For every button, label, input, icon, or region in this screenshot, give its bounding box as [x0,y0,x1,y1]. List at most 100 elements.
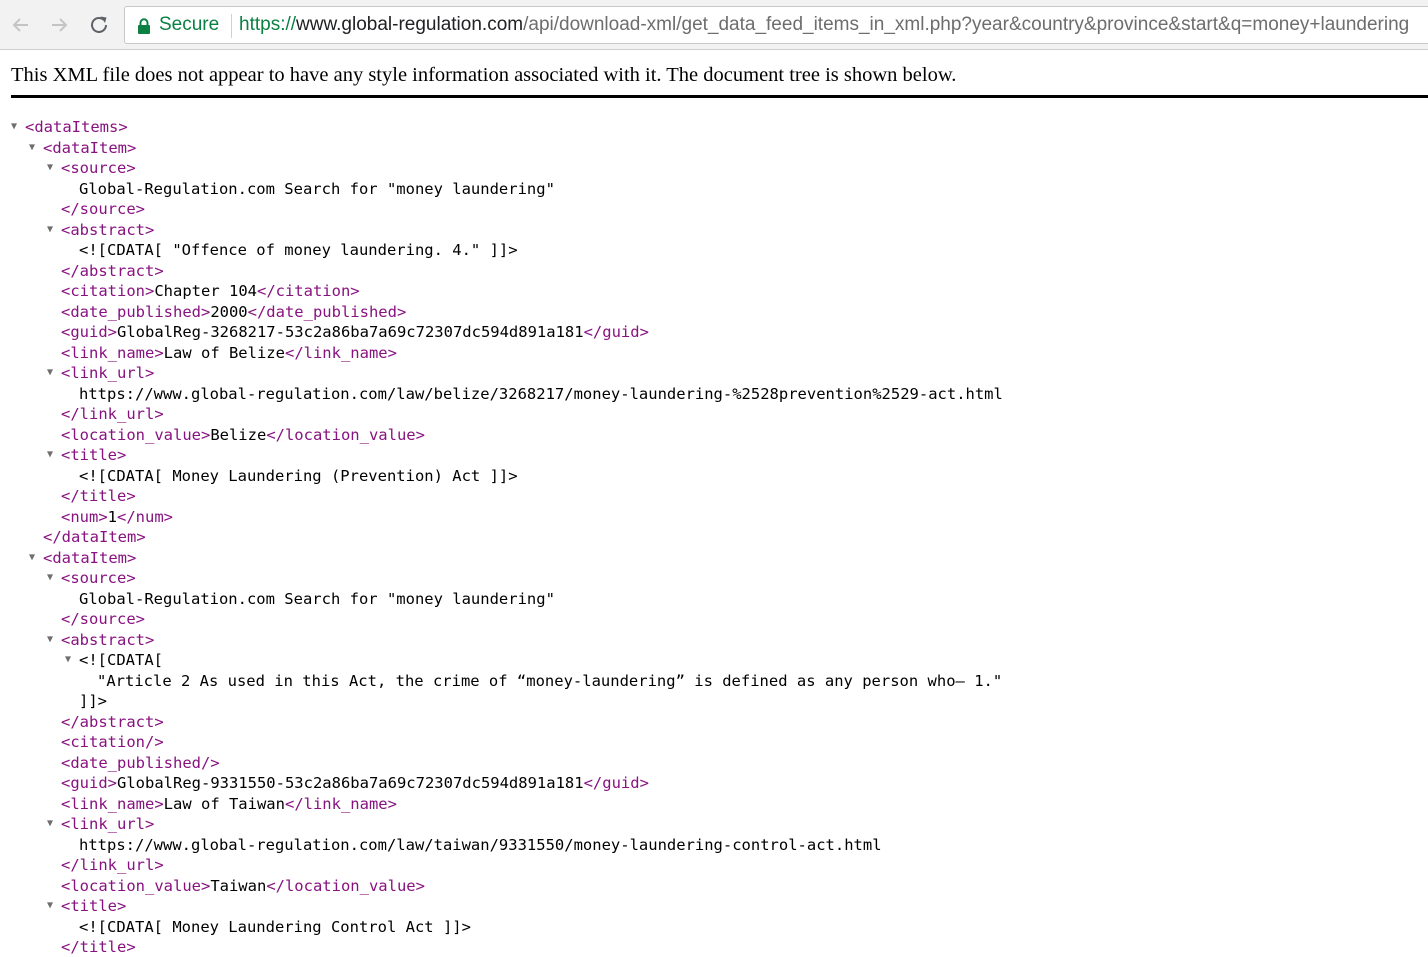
collapse-triangle-icon[interactable]: ▼ [47,363,53,383]
xml-tag: </dataItem> [43,528,146,546]
omnibox-divider [231,14,232,38]
guid-value: GlobalReg-9331550-53c2a86ba7a69c72307dc5… [117,774,584,792]
reload-icon [91,16,107,33]
date-published-line: <date_published>2000</date_published> [61,302,406,322]
xml-tag: <guid> [61,774,117,792]
collapse-triangle-icon[interactable]: ▼ [65,650,71,670]
collapse-triangle-icon[interactable]: ▼ [29,138,35,158]
xml-line: </link_url> [61,404,164,424]
collapse-triangle-icon[interactable]: ▼ [47,220,53,240]
forward-button[interactable] [44,10,74,40]
xml-tag: <source> [61,569,136,587]
xml-line: <date_published/> [61,753,220,773]
citation-value: Chapter 104 [154,282,257,300]
url-text[interactable]: https://www.global-regulation.com/api/do… [239,14,1409,36]
link-name-value: Law of Taiwan [163,794,285,813]
xml-line: <dataItems> [25,117,128,137]
xml-line: </link_url> [61,855,164,875]
xml-tag: </title> [61,487,136,505]
xml-tag: <location_value> [61,425,211,444]
xml-tag: <title> [61,446,127,464]
url-host: www.global-regulation.com [296,14,524,35]
collapse-triangle-icon[interactable]: ▼ [47,896,53,916]
xml-tag: </num> [117,507,174,526]
xml-tag: <abstract> [61,220,155,239]
link-name-value: Law of Belize [163,343,285,362]
xml-tag: </link_name> [284,343,397,362]
xml-line: <title> [61,896,126,916]
collapse-triangle-icon[interactable]: ▼ [11,117,17,137]
cdata-close: ]]> [79,692,107,710]
xml-tag: <guid> [61,323,117,341]
secure-label: Secure [159,14,220,35]
xml-tag: <title> [61,897,127,915]
xml-line: </source> [61,199,145,219]
xml-tag: <link_url> [61,815,155,833]
browser-toolbar: Secure https://www.global-regulation.com… [0,0,1428,50]
title-cdata: <![CDATA[ Money Laundering Control Act ]… [79,917,471,936]
link-name-line: <link_name>Law of Belize</link_name> [61,343,397,363]
collapse-triangle-icon[interactable]: ▼ [47,630,53,650]
xml-tag: <dataItems> [25,118,128,136]
xml-tag: <date_published/> [61,753,220,772]
guid-line: <guid>GlobalReg-3268217-53c2a86ba7a69c72… [61,322,649,342]
xml-tag: </source> [61,610,145,628]
guid-value: GlobalReg-3268217-53c2a86ba7a69c72307dc5… [117,323,584,341]
xml-tag: </location_value> [266,876,425,895]
xml-line: <link_url> [61,363,154,383]
xml-tag: </location_value> [266,425,425,444]
collapse-triangle-icon[interactable]: ▼ [29,548,35,568]
xml-tag: <link_name> [61,343,164,362]
xml-line: <link_url> [61,814,154,834]
xml-tag: <citation> [61,282,155,300]
link-name-line: <link_name>Law of Taiwan</link_name> [61,794,397,814]
location-value-line: <location_value>Taiwan</location_value> [61,876,425,896]
citation-line: <citation>Chapter 104</citation> [61,281,360,301]
xml-tag: </source> [61,200,145,218]
xml-line: </title> [61,937,136,957]
collapse-triangle-icon[interactable]: ▼ [47,568,53,588]
xml-tag: </date_published> [247,302,407,321]
xml-tag: <location_value> [61,876,211,895]
collapse-triangle-icon[interactable]: ▼ [47,814,53,834]
arrow-right-icon [52,18,68,32]
xml-tag: </abstract> [61,261,164,280]
date-published-value: 2000 [210,302,248,321]
link-url-value: https://www.global-regulation.com/law/ta… [79,835,882,854]
url-scheme: https:// [239,14,297,35]
address-bar[interactable]: Secure https://www.global-regulation.com… [124,6,1428,44]
abstract-cdata: <![CDATA[ "Offence of money laundering. … [79,241,518,259]
xml-line: <source> [61,158,136,178]
collapse-triangle-icon[interactable]: ▼ [47,158,53,178]
source-text: Global-Regulation.com Search for "money … [79,179,555,198]
source-text: Global-Regulation.com Search for "money … [79,589,555,608]
xml-tag: <date_published> [61,302,211,321]
xml-tag: </guid> [583,774,649,792]
abstract-text: "Article 2 As used in this Act, the crim… [97,671,1003,690]
cdata-open: <![CDATA[ [79,651,163,669]
link-url-value: https://www.global-regulation.com/law/be… [79,384,1003,403]
xml-tag: </abstract> [61,712,164,731]
location-value: Belize [210,425,267,444]
xml-tag: <citation/> [61,733,164,751]
xml-tag: </title> [61,938,136,956]
reload-button[interactable] [84,10,114,40]
xml-line: </abstract> [61,261,164,281]
xml-tag: <num> [61,507,108,526]
xml-line: <abstract> [61,220,154,240]
xml-tag: <source> [61,159,136,177]
xml-tag: </guid> [583,323,649,341]
xml-line: </abstract> [61,712,164,732]
location-value-line: <location_value>Belize</location_value> [61,425,425,445]
xml-line: </dataItem> [43,527,146,547]
xml-tag: <dataItem> [43,548,137,567]
arrow-left-icon [12,18,28,32]
collapse-triangle-icon[interactable]: ▼ [47,445,53,465]
num-value: 1 [107,507,118,526]
guid-line: <guid>GlobalReg-9331550-53c2a86ba7a69c72… [61,773,649,793]
notice-divider [11,95,1428,98]
xml-style-notice: This XML file does not appear to have an… [11,64,957,86]
location-value: Taiwan [210,876,267,895]
back-button[interactable] [6,10,36,40]
xml-tag: <abstract> [61,630,155,649]
